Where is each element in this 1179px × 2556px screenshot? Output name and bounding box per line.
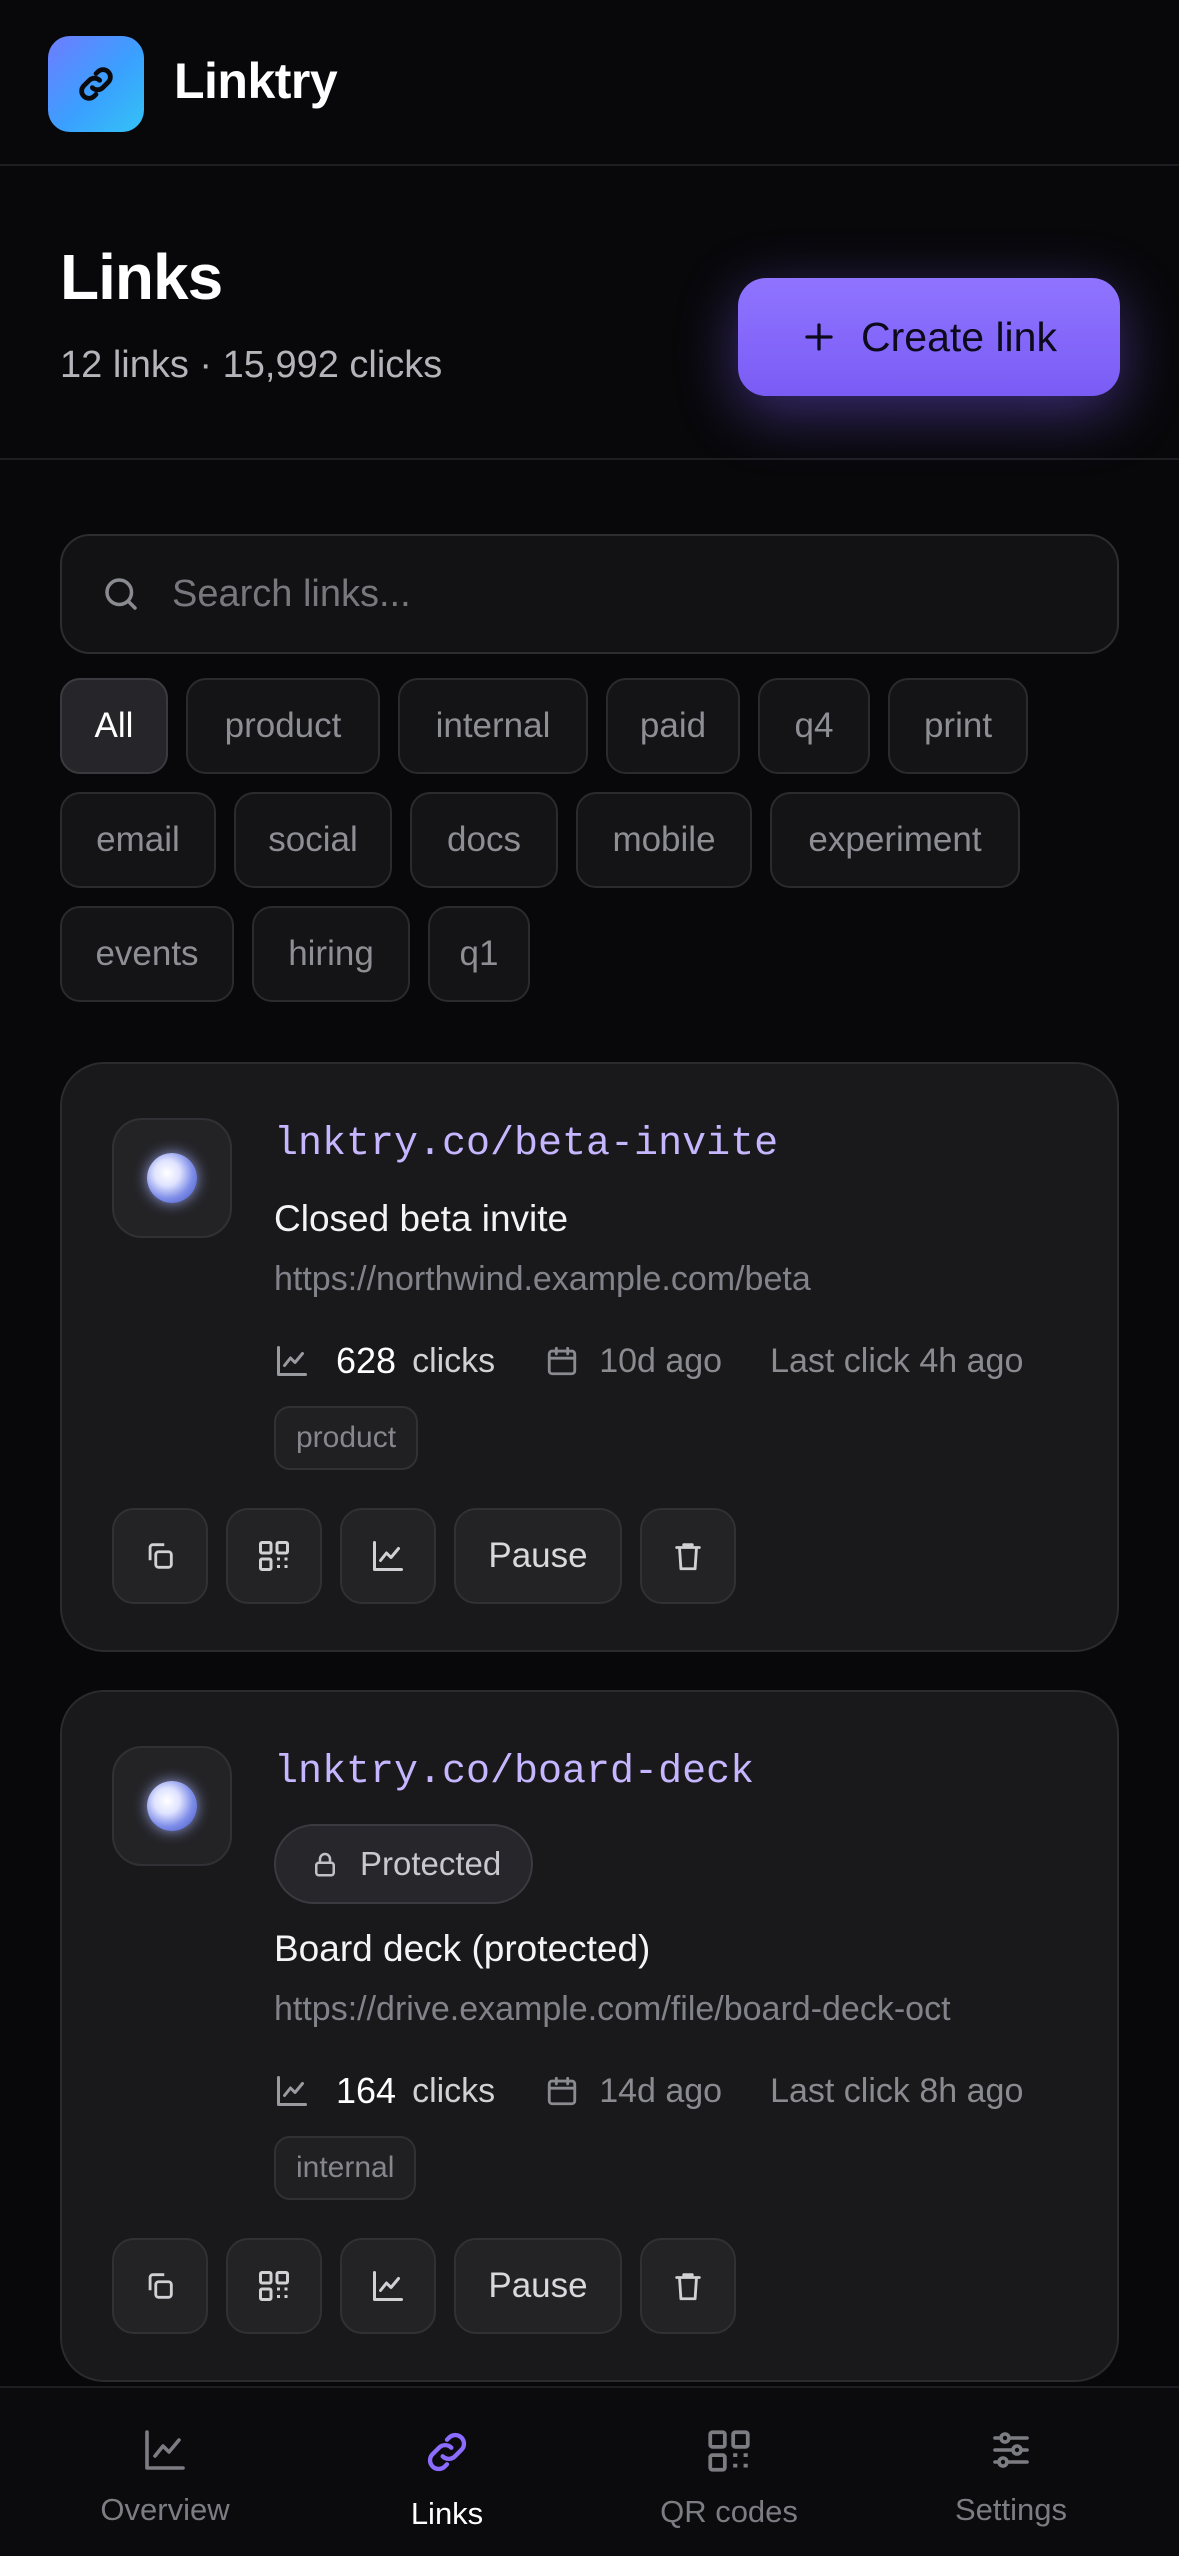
filter-chip-all[interactable]: All: [60, 678, 168, 774]
filter-chip-q1[interactable]: q1: [428, 906, 530, 1002]
globe-icon: [147, 1781, 197, 1831]
nav-label: QR codes: [660, 2494, 798, 2529]
lock-icon: [315, 1852, 335, 1877]
sliders-icon: [993, 2432, 1029, 2468]
chart-icon: [373, 1541, 403, 1571]
created-ago: 10d ago: [599, 1341, 723, 1380]
filter-chip-hiring[interactable]: hiring: [252, 906, 410, 1002]
nav-links[interactable]: Links: [306, 2388, 588, 2556]
tag-badge[interactable]: product: [274, 1406, 419, 1470]
filter-chip-docs[interactable]: docs: [410, 792, 558, 888]
bottom-nav: Overview Links QR codes Settings: [0, 2386, 1179, 2556]
clicks-label: clicks: [412, 1341, 496, 1380]
create-link-label: Create link: [861, 313, 1057, 360]
plus-icon: [805, 323, 833, 351]
link-title: Board deck (protected): [274, 1928, 651, 1969]
click-count: 164: [336, 2070, 397, 2111]
page-title: Links: [60, 241, 223, 313]
analytics-button[interactable]: [340, 2238, 436, 2334]
short-link[interactable]: lnktry.co/beta-invite: [274, 1122, 778, 1167]
qr-icon: [259, 1541, 289, 1571]
filter-chip-internal[interactable]: internal: [398, 678, 588, 774]
copy-button[interactable]: [112, 2238, 208, 2334]
trash-icon: [675, 1543, 701, 1571]
chart-icon: [277, 2076, 307, 2106]
qr-code-button[interactable]: [226, 1508, 322, 1604]
link-stats: 628 clicks 10d ago Last click 4h ago: [274, 1340, 1023, 1382]
clicks-label: clicks: [412, 2071, 496, 2110]
search-input[interactable]: [172, 572, 1072, 616]
link-stats: 164 clicks 14d ago Last click 8h ago: [274, 2070, 1023, 2112]
link-card[interactable]: lnktry.co/board-deck Protected Board dec…: [60, 1690, 1119, 2382]
last-click: Last click 4h ago: [770, 1341, 1024, 1380]
destination-url[interactable]: https://drive.example.com/file/board-dec…: [274, 1990, 951, 2029]
calendar-icon: [548, 2076, 577, 2106]
copy-icon: [148, 2273, 173, 2299]
qr-icon: [708, 2430, 750, 2472]
calendar-icon: [548, 1346, 577, 1376]
filter-chip-paid[interactable]: paid: [606, 678, 740, 774]
created-ago: 14d ago: [599, 2071, 723, 2110]
pause-button[interactable]: Pause: [454, 1508, 622, 1604]
nav-label: Settings: [954, 2492, 1067, 2527]
nav-settings[interactable]: Settings: [870, 2388, 1152, 2556]
app-bar: Linktry: [0, 0, 1179, 166]
logo-icon: [48, 36, 144, 132]
nav-label: Overview: [100, 2492, 230, 2527]
page-header: Links 12 links · 15,992 clicks Create li…: [0, 168, 1179, 460]
filter-chip-events[interactable]: events: [60, 906, 234, 1002]
destination-url[interactable]: https://northwind.example.com/beta: [274, 1260, 811, 1299]
nav-qr-codes[interactable]: QR codes: [588, 2388, 870, 2556]
trash-icon: [675, 2273, 701, 2301]
search-box[interactable]: [60, 534, 1119, 654]
create-link-button[interactable]: Create link: [738, 278, 1120, 396]
chart-icon: [145, 2430, 185, 2470]
filter-chip-mobile[interactable]: mobile: [576, 792, 752, 888]
globe-icon: [147, 1153, 197, 1203]
link-card[interactable]: lnktry.co/beta-invite Closed beta invite…: [60, 1062, 1119, 1652]
delete-button[interactable]: [640, 2238, 736, 2334]
filter-chip-email[interactable]: email: [60, 792, 216, 888]
favicon: [112, 1746, 232, 1866]
copy-button[interactable]: [112, 1508, 208, 1604]
protected-label: Protected: [360, 1845, 502, 1882]
analytics-button[interactable]: [340, 1508, 436, 1604]
page-summary: 12 links · 15,992 clicks: [60, 344, 443, 386]
filter-chip-experiment[interactable]: experiment: [770, 792, 1020, 888]
filter-chip-print[interactable]: print: [888, 678, 1028, 774]
pause-button[interactable]: Pause: [454, 2238, 622, 2334]
filter-chip-product[interactable]: product: [186, 678, 380, 774]
short-link[interactable]: lnktry.co/board-deck: [274, 1750, 754, 1795]
chart-icon: [373, 2271, 403, 2301]
qr-icon: [259, 2271, 289, 2301]
chart-icon: [277, 1346, 307, 1376]
favicon: [112, 1118, 232, 1238]
filter-chip-q4[interactable]: q4: [758, 678, 870, 774]
nav-overview[interactable]: Overview: [24, 2388, 306, 2556]
link-icon: [427, 2432, 467, 2472]
nav-label: Links: [410, 2496, 484, 2531]
tag-badge[interactable]: internal: [274, 2136, 417, 2200]
protected-badge: Protected: [274, 1824, 534, 1904]
last-click: Last click 8h ago: [770, 2071, 1024, 2110]
copy-icon: [148, 1543, 173, 1569]
filter-chip-social[interactable]: social: [234, 792, 392, 888]
qr-code-button[interactable]: [226, 2238, 322, 2334]
app-title: Linktry: [174, 53, 338, 109]
link-title: Closed beta invite: [274, 1198, 569, 1239]
search-icon: [105, 578, 137, 610]
delete-button[interactable]: [640, 1508, 736, 1604]
click-count: 628: [336, 1340, 397, 1381]
